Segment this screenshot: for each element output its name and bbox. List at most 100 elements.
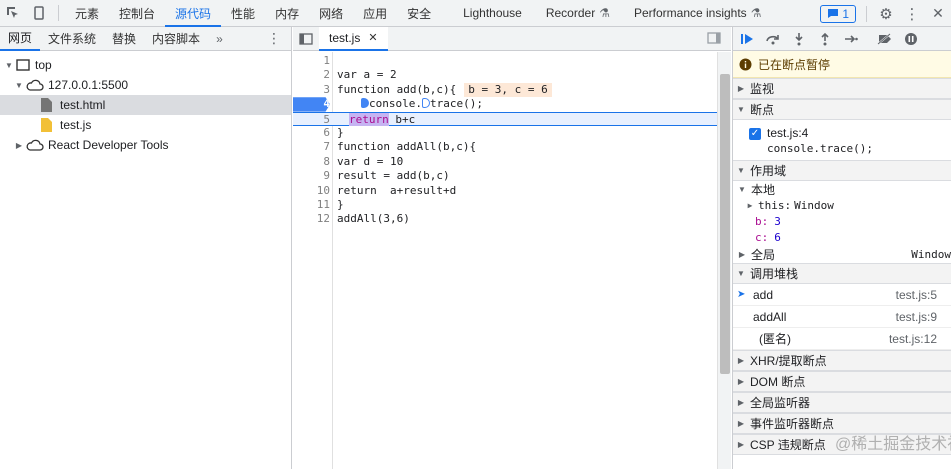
tree-item-test-html[interactable]: test.html	[0, 95, 291, 115]
tab-elements[interactable]: 元素	[65, 0, 109, 27]
tab-performance[interactable]: 性能	[221, 0, 265, 27]
section-call-stack[interactable]: ▼ 调用堆栈	[733, 263, 951, 284]
tab-memory[interactable]: 内存	[265, 0, 309, 27]
close-icon[interactable]: ✕	[925, 1, 951, 27]
settings-gear-icon[interactable]: ⚙	[873, 1, 899, 27]
tree-item-top[interactable]: ▼ top	[0, 55, 291, 75]
breakpoint-marker-icon[interactable]	[361, 98, 369, 109]
section-breakpoints[interactable]: ▼ 断点	[733, 99, 951, 120]
experiment-flask-icon: ⚗	[750, 6, 762, 20]
tab-lighthouse[interactable]: Lighthouse	[441, 0, 532, 27]
tab-application[interactable]: 应用	[353, 0, 397, 27]
step-out-icon[interactable]	[815, 29, 835, 49]
line-number[interactable]: 8	[293, 155, 330, 169]
line-number[interactable]: 2	[293, 68, 330, 82]
code-line[interactable]: 12 addAll(3,6)	[293, 212, 717, 226]
section-xhr-breakpoints[interactable]: ▶ XHR/提取断点	[733, 350, 951, 371]
code-line[interactable]: 2 var a = 2	[293, 68, 717, 82]
scope-local[interactable]: ▼ 本地	[733, 181, 951, 197]
line-number[interactable]: 11	[293, 198, 330, 212]
nav-tab-overrides[interactable]: 替换	[104, 27, 144, 51]
call-stack-frame[interactable]: ➤ add test.js:5	[733, 284, 951, 306]
frame-location[interactable]: test.js:5	[896, 288, 937, 302]
line-number[interactable]: 10	[293, 184, 330, 198]
resume-icon[interactable]	[737, 29, 757, 49]
tab-performance-insights[interactable]: Performance insights ⚗	[620, 0, 771, 27]
section-title: 调用堆栈	[750, 267, 799, 281]
close-tab-icon[interactable]: ✕	[368, 31, 377, 44]
more-tabs-icon[interactable]: »	[208, 27, 231, 51]
code-line-breakpoint[interactable]: 4 console. trace();	[293, 97, 717, 112]
step-into-icon[interactable]	[789, 29, 809, 49]
inline-breakpoint-marker-icon[interactable]	[421, 98, 430, 109]
frame-location[interactable]: test.js:12	[889, 332, 937, 346]
code-line[interactable]: 1	[293, 54, 717, 68]
line-number[interactable]: 1	[293, 54, 330, 68]
code-line-execution[interactable]: 5 return b+c	[293, 111, 717, 127]
navigator-menu-icon[interactable]: ⋮	[267, 30, 281, 47]
pause-on-exceptions-icon[interactable]	[901, 29, 921, 49]
line-number[interactable]: 12	[293, 212, 330, 226]
breakpoint-line-number[interactable]: 4	[293, 97, 330, 112]
scope-var-c[interactable]: c: 6	[733, 229, 951, 245]
toggle-navigator-icon[interactable]	[293, 26, 319, 52]
section-global-listeners[interactable]: ▶ 全局监听器	[733, 392, 951, 413]
step-over-icon[interactable]	[763, 29, 783, 49]
tree-item-test-js[interactable]: test.js	[0, 115, 291, 135]
code-area[interactable]: 1 2 var a = 2 3 function add(b,c){b = 3,…	[293, 52, 717, 469]
section-dom-breakpoints[interactable]: ▶ DOM 断点	[733, 371, 951, 392]
deactivate-breakpoints-icon[interactable]	[875, 29, 895, 49]
scrollbar-thumb[interactable]	[720, 74, 730, 374]
toolbar-divider	[58, 5, 59, 21]
tree-item-label: test.html	[60, 98, 106, 112]
step-icon[interactable]	[841, 29, 861, 49]
inspect-element-icon[interactable]	[0, 0, 26, 26]
tab-console[interactable]: 控制台	[109, 0, 165, 27]
call-stack-frame[interactable]: addAll test.js:9	[733, 306, 951, 328]
scope-global[interactable]: ▶ 全局 Window	[733, 245, 951, 263]
line-number[interactable]: 9	[293, 169, 330, 183]
nav-tab-filesystem[interactable]: 文件系统	[40, 27, 104, 51]
code-line[interactable]: 8 var d = 10	[293, 155, 717, 169]
editor-scrollbar[interactable]	[717, 52, 731, 469]
code-line[interactable]: 11 }	[293, 198, 717, 212]
code-line[interactable]: 10 return a+result+d	[293, 184, 717, 198]
inline-variable-values: b = 3, c = 6	[464, 82, 552, 98]
scope-var-value: 3	[774, 214, 781, 228]
paused-banner: 已在断点暂停	[733, 51, 951, 78]
tab-security[interactable]: 安全	[397, 0, 441, 27]
code-line[interactable]: 3 function add(b,c){b = 3, c = 6	[293, 82, 717, 98]
tree-item-extension[interactable]: ▶ React Developer Tools	[0, 135, 291, 155]
scope-var-value: 6	[774, 230, 781, 244]
tab-recorder[interactable]: Recorder ⚗	[532, 0, 620, 27]
more-options-icon[interactable]: ⋮	[899, 1, 925, 27]
toolbar-right-group: 1 ⚙ ⋮ ✕	[810, 0, 951, 27]
tab-sources[interactable]: 源代码	[165, 0, 222, 27]
breakpoint-item[interactable]: ✓ test.js:4 console.trace();	[733, 120, 951, 160]
breakpoint-checkbox[interactable]: ✓	[749, 128, 761, 140]
device-toggle-icon[interactable]	[26, 0, 52, 26]
tab-recorder-label: Recorder	[545, 6, 596, 20]
file-tab-test-js[interactable]: test.js ✕	[319, 26, 388, 51]
section-watch[interactable]: ▶ 监视	[733, 78, 951, 99]
line-number[interactable]: 7	[293, 140, 330, 154]
line-number[interactable]: 3	[293, 83, 330, 97]
line-number[interactable]: 6	[293, 126, 330, 140]
code-line[interactable]: 7 function addAll(b,c){	[293, 140, 717, 154]
line-code: }	[337, 198, 344, 211]
tab-network[interactable]: 网络	[309, 0, 353, 27]
code-line[interactable]: 9 result = add(b,c)	[293, 169, 717, 183]
tree-item-origin[interactable]: ▼ 127.0.0.1:5500	[0, 75, 291, 95]
nav-tab-page[interactable]: 网页	[0, 27, 41, 51]
toggle-debugger-icon[interactable]	[707, 32, 721, 47]
code-line[interactable]: 6 }	[293, 126, 717, 140]
line-number[interactable]: 5	[293, 113, 330, 127]
issues-badge[interactable]: 1	[820, 4, 856, 23]
frame-location[interactable]: test.js:9	[896, 310, 937, 324]
section-scope[interactable]: ▼ 作用域	[733, 160, 951, 181]
html-file-icon	[41, 98, 52, 112]
nav-tab-content-scripts[interactable]: 内容脚本	[144, 27, 208, 51]
scope-var-b[interactable]: b: 3	[733, 213, 951, 229]
call-stack-frame[interactable]: (匿名) test.js:12	[733, 328, 951, 350]
scope-this-row[interactable]: ▶ this: Window	[733, 197, 951, 213]
